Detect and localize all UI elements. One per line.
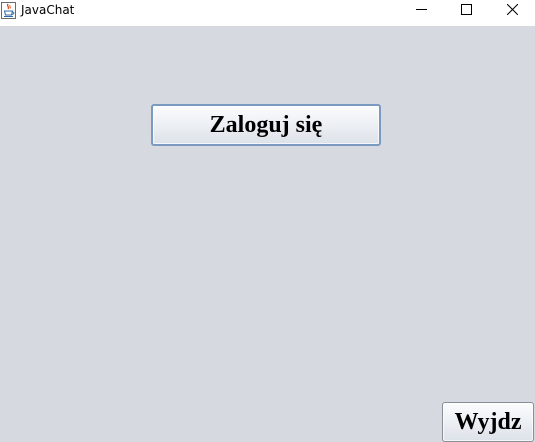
exit-button[interactable]: Wyjdz [442, 402, 534, 442]
maximize-icon [460, 2, 472, 20]
minimize-button[interactable] [398, 0, 444, 22]
login-button[interactable]: Zaloguj się [151, 104, 381, 146]
app-window: JavaChat Zaloguj się Wyjdz [0, 0, 535, 442]
close-icon [506, 2, 518, 20]
close-button[interactable] [489, 0, 535, 22]
maximize-button[interactable] [443, 0, 489, 22]
minimize-icon [415, 2, 427, 20]
java-cup-icon[interactable] [1, 2, 16, 19]
content-panel: Zaloguj się Wyjdz [0, 26, 535, 442]
title-bar[interactable]: JavaChat [0, 0, 535, 26]
window-title: JavaChat [21, 3, 75, 17]
